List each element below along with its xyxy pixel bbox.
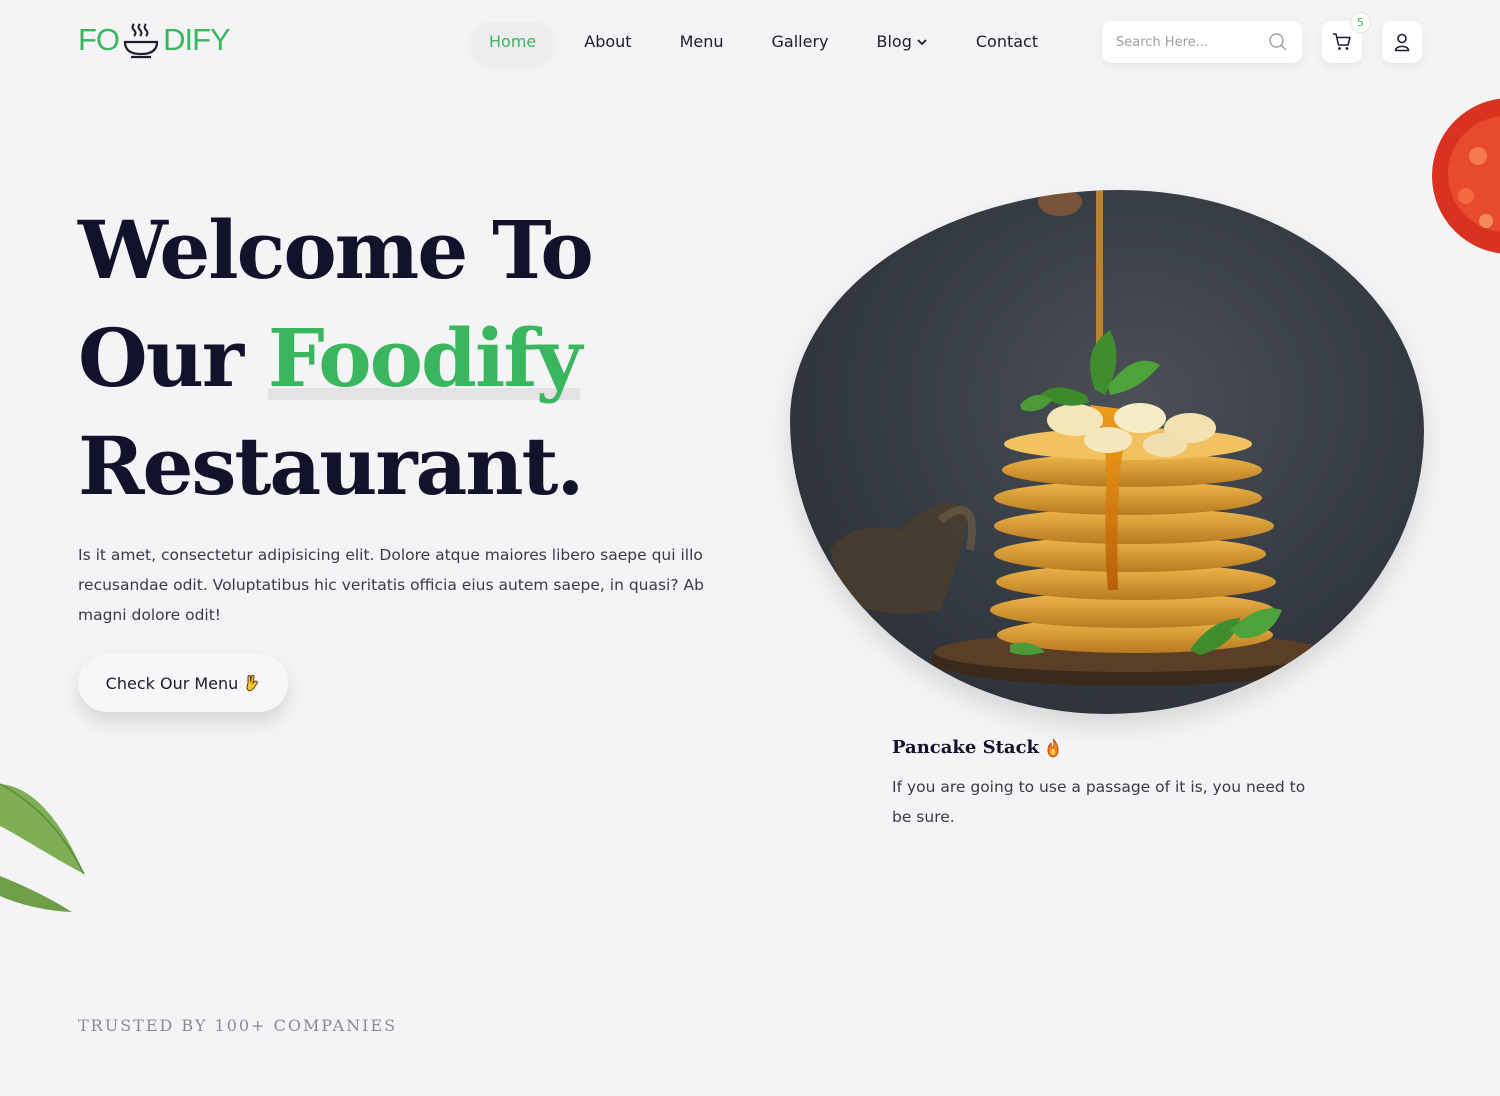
nav-item-menu[interactable]: Menu bbox=[663, 22, 741, 62]
nav-label: Menu bbox=[679, 32, 724, 51]
dish-title-text: Pancake Stack bbox=[892, 737, 1040, 758]
tomato-decoration bbox=[1432, 98, 1500, 254]
nav-item-about[interactable]: About bbox=[567, 22, 648, 62]
logo-text-right: DIFY bbox=[163, 22, 231, 57]
dish-title: Pancake Stack bbox=[892, 737, 1061, 758]
nav-label: About bbox=[584, 32, 632, 51]
pancake-stack-image bbox=[790, 190, 1424, 714]
search-input[interactable] bbox=[1116, 34, 1256, 50]
fire-icon bbox=[1047, 738, 1059, 758]
dish-description: If you are going to use a passage of it … bbox=[892, 778, 1306, 826]
nav-label: Gallery bbox=[771, 32, 829, 51]
hero-heading-line-1: Welcome To bbox=[78, 203, 594, 297]
nav-label: Home bbox=[489, 32, 537, 51]
search-icon[interactable] bbox=[1268, 32, 1288, 52]
nav-item-blog[interactable]: Blog bbox=[859, 22, 944, 62]
cart-count-badge: 5 bbox=[1350, 12, 1371, 33]
cart-icon bbox=[1333, 33, 1351, 50]
pancake-illustration bbox=[830, 190, 1330, 686]
leaf-decoration bbox=[0, 783, 85, 912]
check-menu-label: Check Our Menu bbox=[105, 673, 239, 693]
search-box bbox=[1102, 21, 1302, 63]
nav-item-home[interactable]: Home bbox=[472, 22, 554, 62]
cart-button[interactable]: 5 bbox=[1322, 12, 1371, 63]
bowl-icon bbox=[123, 23, 159, 59]
main-navigation: Home About Menu Gallery Blog Contact bbox=[472, 22, 1069, 62]
nav-label: Contact bbox=[975, 32, 1039, 51]
user-icon bbox=[1394, 33, 1410, 52]
site-logo[interactable]: FO DIFY bbox=[78, 22, 231, 59]
chevron-down-icon bbox=[917, 39, 927, 46]
hand-icon bbox=[246, 674, 259, 692]
trusted-companies-label: TRUSTED BY 100+ COMPANIES bbox=[78, 1016, 398, 1035]
hero-description: Is it amet, consectetur adipisicing elit… bbox=[78, 546, 704, 624]
hero-heading-highlight: Foodify bbox=[267, 304, 582, 412]
hero-heading-line-3: Restaurant. bbox=[78, 419, 584, 513]
user-account-button[interactable] bbox=[1382, 21, 1422, 63]
nav-item-contact[interactable]: Contact bbox=[959, 22, 1055, 62]
logo-text-left: FO bbox=[78, 22, 120, 57]
hero-heading: Welcome To Our Foodify Restaurant. bbox=[78, 196, 594, 520]
check-menu-button[interactable]: Check Our Menu bbox=[78, 654, 288, 712]
nav-item-gallery[interactable]: Gallery bbox=[755, 22, 846, 62]
hero-heading-prefix: Our bbox=[78, 311, 268, 405]
hero-heading-line-2: Our Foodify bbox=[78, 304, 592, 412]
nav-label: Blog bbox=[876, 32, 912, 51]
